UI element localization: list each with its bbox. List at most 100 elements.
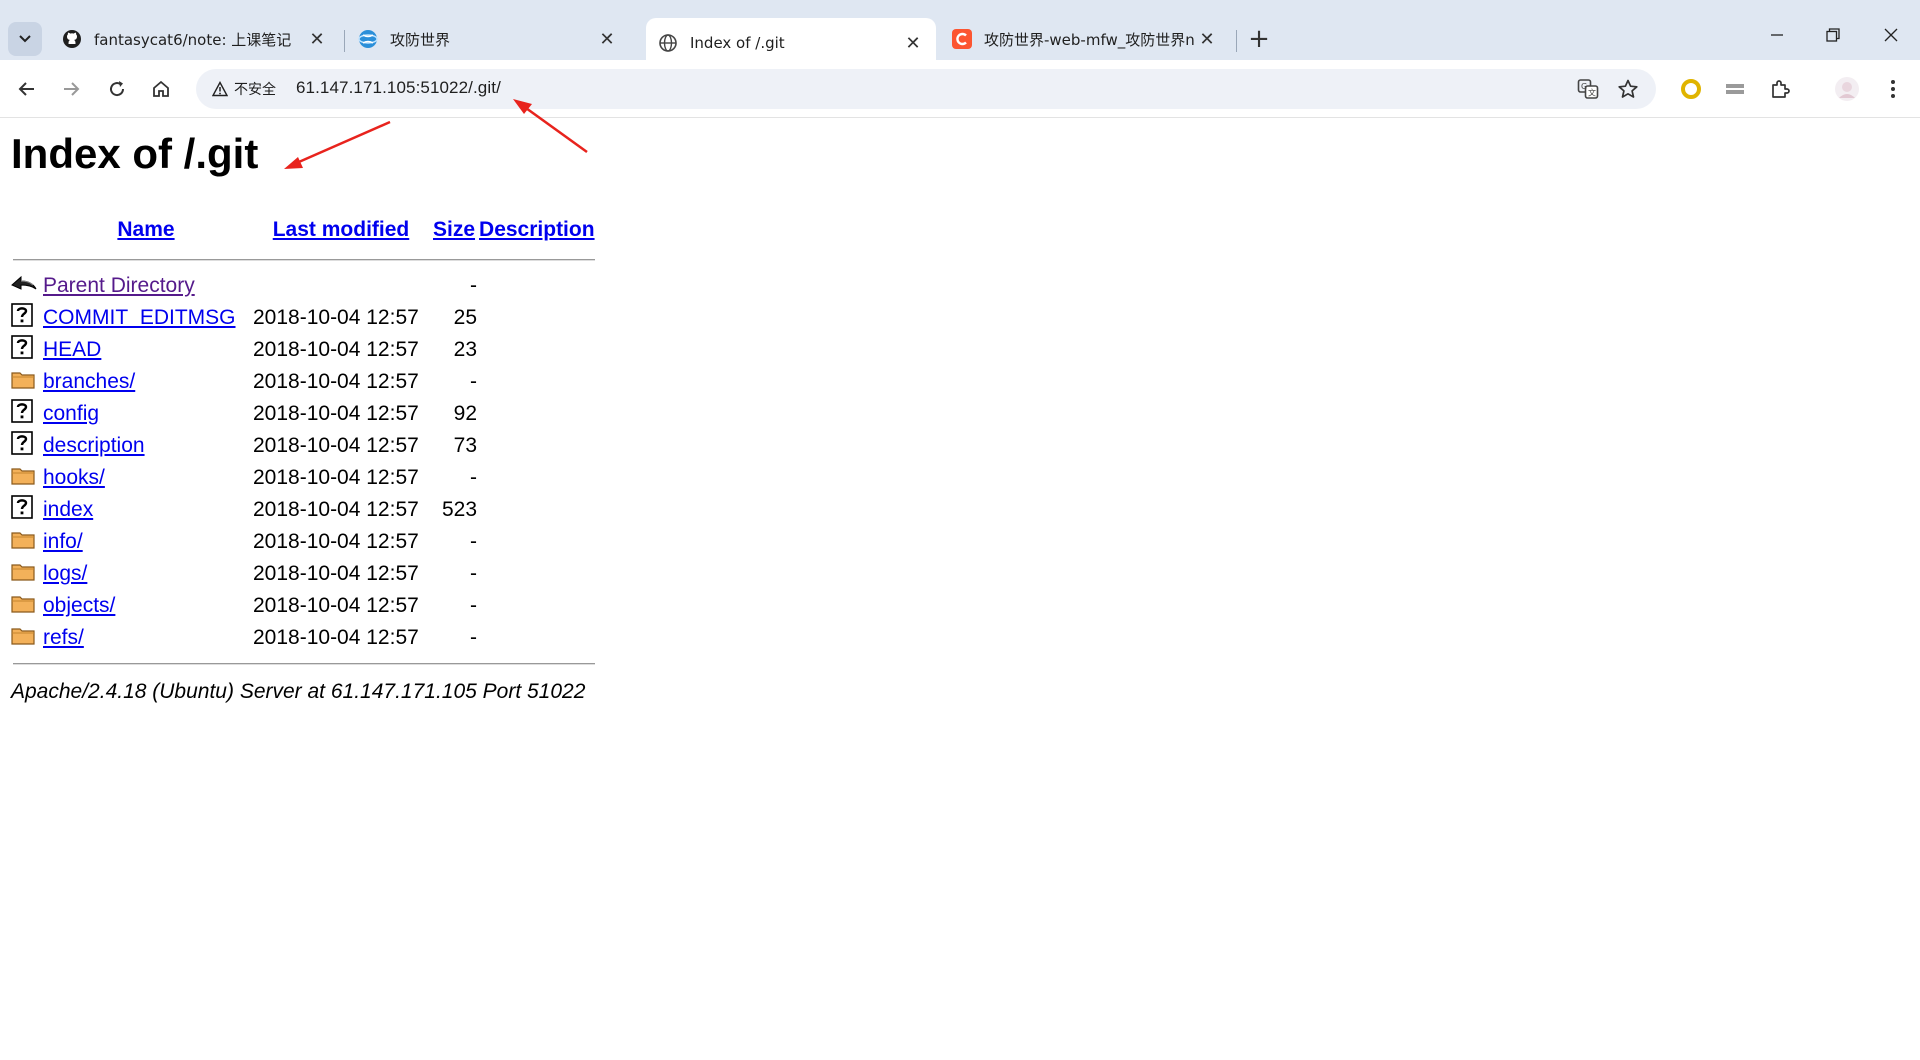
arrow-left-icon	[18, 82, 34, 96]
home-button[interactable]	[146, 74, 176, 104]
modified-cell: 2018-10-04 12:57	[253, 498, 419, 521]
icon-cell	[11, 270, 41, 302]
sort-by-size-link[interactable]: Size	[433, 218, 475, 241]
restore-button[interactable]	[1810, 20, 1856, 50]
size-cell: -	[470, 466, 478, 489]
modified-cell: 2018-10-04 12:57	[253, 530, 419, 553]
entry-link[interactable]: HEAD	[43, 338, 101, 361]
page-title: Index of /.git	[11, 130, 259, 177]
footer-rule-row	[11, 654, 597, 674]
modified-cell: 2018-10-04 12:57	[253, 626, 419, 649]
name-cell: description	[41, 430, 251, 462]
entry-link[interactable]: refs/	[43, 626, 84, 649]
close-tab-icon[interactable]: ✕	[1196, 28, 1218, 50]
size-cell: -	[470, 530, 478, 553]
modified-cell: 2018-10-04 12:57	[253, 466, 419, 489]
tab-github-note[interactable]: fantasycat6/note: 上课笔记 ✕	[50, 18, 340, 60]
entry-link[interactable]: config	[43, 402, 99, 425]
tab-search-button[interactable]	[8, 22, 42, 56]
description-cell	[477, 430, 597, 462]
xctf-globe-icon	[358, 29, 378, 49]
footer-divider	[13, 663, 595, 665]
entry-link[interactable]: branches/	[43, 370, 135, 393]
modified-cell: 2018-10-04 12:57	[253, 594, 419, 617]
description-cell	[477, 302, 597, 334]
entry-link[interactable]: objects/	[43, 594, 115, 617]
entry-link[interactable]: logs/	[43, 562, 87, 585]
description-cell	[477, 590, 597, 622]
icon-cell	[11, 366, 41, 398]
tab-xctf[interactable]: 攻防世界 ✕	[346, 18, 630, 60]
extension-yellow-ring-icon[interactable]	[1676, 74, 1706, 104]
reload-button[interactable]	[102, 74, 132, 104]
table-row: objects/2018-10-04 12:57 -	[11, 590, 597, 622]
url-text[interactable]: 61.147.171.105:51022/.git/	[296, 78, 501, 98]
arrow-right-icon	[64, 82, 80, 96]
tab-bar: fantasycat6/note: 上课笔记 ✕ 攻防世界 ✕ Index of…	[0, 8, 1920, 68]
entry-link[interactable]: hooks/	[43, 466, 105, 489]
icon-cell	[11, 558, 41, 590]
sort-by-name-link[interactable]: Name	[117, 218, 174, 241]
svg-text:文: 文	[1588, 88, 1596, 98]
parent-directory-link[interactable]: Parent Directory	[43, 274, 195, 297]
sort-by-description-link[interactable]: Description	[479, 218, 595, 241]
tab-title: Index of /.git	[690, 34, 785, 52]
modified-cell: 2018-10-04 12:57	[253, 562, 419, 585]
browser-menu-button[interactable]	[1878, 74, 1908, 104]
tab-csdn-mfw[interactable]: 攻防世界-web-mfw_攻防世界n ✕	[940, 18, 1230, 60]
minimize-button[interactable]	[1754, 20, 1800, 50]
tab-title: fantasycat6/note: 上课笔记	[94, 30, 292, 49]
folder-icon	[11, 625, 35, 645]
entry-link[interactable]: description	[43, 434, 145, 457]
size-cell: 523	[441, 498, 478, 521]
size-cell: -	[470, 594, 478, 617]
size-cell: 73	[453, 434, 478, 457]
modified-cell: 2018-10-04 12:57	[253, 402, 419, 425]
name-cell: logs/	[41, 558, 251, 590]
star-bookmark-icon[interactable]	[1616, 77, 1640, 101]
site-security-chip[interactable]: 不安全	[202, 75, 286, 103]
forward-button[interactable]	[56, 74, 86, 104]
close-tab-icon[interactable]: ✕	[596, 28, 618, 50]
unknown-file-icon	[11, 495, 33, 519]
warning-icon	[212, 81, 228, 97]
modified-cell: 2018-10-04 12:57	[253, 370, 419, 393]
tab-title: 攻防世界	[390, 30, 451, 49]
close-tab-icon[interactable]: ✕	[902, 32, 924, 54]
description-cell	[477, 494, 597, 526]
server-signature: Apache/2.4.18 (Ubuntu) Server at 61.147.…	[11, 680, 586, 703]
table-row: hooks/2018-10-04 12:57 -	[11, 462, 597, 494]
svg-text:G: G	[1581, 82, 1587, 91]
icon-cell	[11, 494, 41, 526]
entry-link[interactable]: index	[43, 498, 93, 521]
sort-by-last-modified-link[interactable]: Last modified	[273, 218, 410, 241]
header-rule-row	[11, 250, 597, 270]
size-cell: 92	[453, 402, 478, 425]
last-modified-column-header: Last modified	[251, 210, 431, 250]
close-window-button[interactable]	[1868, 20, 1914, 50]
profile-avatar[interactable]	[1832, 74, 1862, 104]
description-cell	[477, 462, 597, 494]
name-cell: config	[41, 398, 251, 430]
back-button[interactable]	[12, 74, 42, 104]
description-column-header: Description	[477, 210, 597, 250]
translate-icon[interactable]: G文	[1576, 77, 1600, 101]
close-tab-icon[interactable]: ✕	[306, 28, 328, 50]
icon-cell	[11, 334, 41, 366]
security-label: 不安全	[234, 82, 276, 98]
table-header-row: Name Last modified Size Description	[11, 210, 597, 250]
directory-listing-table: Name Last modified Size Description Pare…	[11, 210, 597, 674]
restore-icon	[1826, 28, 1840, 42]
table-row: description 2018-10-04 12:57 73	[11, 430, 597, 462]
icon-cell	[11, 302, 41, 334]
table-row: HEAD 2018-10-04 12:57 23	[11, 334, 597, 366]
entry-link[interactable]: COMMIT_EDITMSG	[43, 306, 236, 329]
new-tab-button[interactable]: +	[1244, 24, 1274, 54]
address-bar[interactable]: 不安全 61.147.171.105:51022/.git/ G文	[196, 69, 1656, 109]
header-rule-cell	[11, 250, 597, 270]
extension-bars-icon[interactable]	[1720, 74, 1750, 104]
entry-link[interactable]: info/	[43, 530, 83, 553]
description-cell	[477, 526, 597, 558]
extensions-puzzle-icon[interactable]	[1766, 74, 1796, 104]
unknown-file-icon	[11, 303, 33, 327]
